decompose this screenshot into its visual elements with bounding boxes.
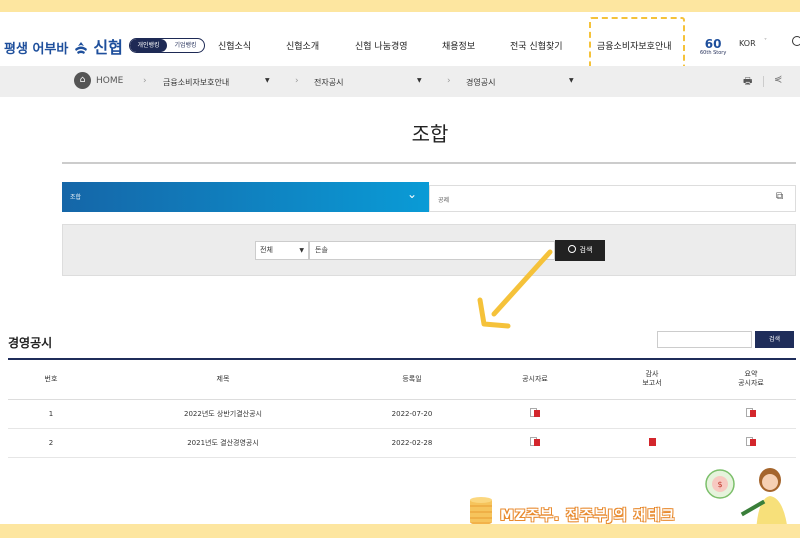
row-summary (706, 399, 796, 429)
chevron-down-icon: ⌄ (407, 187, 418, 201)
tab-mutual-aid[interactable]: 공제 ⧉ (429, 185, 796, 212)
share-icon[interactable]: ⋞ (774, 74, 782, 85)
row-disclosure (472, 428, 598, 458)
search-panel: 전체 ▼ 돈솔 검색 (62, 224, 796, 276)
category-select[interactable]: 전체 ▼ (255, 241, 309, 260)
tab-union-label: 조합 (70, 194, 82, 201)
print-icon[interactable]: 🖶 (743, 74, 752, 91)
pdf-document-icon[interactable] (746, 437, 756, 446)
section-title: 경영공시 (8, 336, 53, 350)
row-disclosure (472, 399, 598, 429)
col-summary: 요약 공시자료 (706, 359, 796, 400)
pdf-document-icon[interactable] (530, 408, 540, 417)
home-icon[interactable]: ⌂ (74, 72, 91, 89)
breadcrumb-item-2[interactable]: 전자공시 (314, 77, 343, 88)
coins-icon (470, 497, 492, 525)
60th-story-badge[interactable]: 60 60th Story (700, 38, 726, 56)
pdf-icon[interactable] (648, 437, 656, 446)
row-title[interactable]: 2021년도 결산경영공시 (94, 428, 352, 458)
nav-careers[interactable]: 채용정보 (442, 39, 475, 52)
table-row: 1 2022년도 상반기결산공시 2022-07-20 (8, 399, 796, 429)
row-title[interactable]: 2022년도 상반기결산공시 (94, 399, 352, 429)
breadcrumb-item-1[interactable]: 금융소비자보호안내 (163, 77, 229, 88)
logo-mark-icon (74, 42, 87, 54)
chevron-down-icon: ˅ (764, 38, 767, 45)
search-button-label: 검색 (579, 246, 593, 254)
story-number: 60 (704, 37, 722, 51)
chevron-right-icon: › (143, 76, 147, 86)
pdf-document-icon[interactable] (746, 408, 756, 417)
divider (62, 162, 796, 164)
table-row: 2 2021년도 결산경영공시 2022-02-28 (8, 428, 796, 458)
row-audit (598, 399, 706, 429)
caret-down-icon[interactable]: ▼ (265, 77, 270, 84)
row-date: 2022-07-20 (352, 399, 472, 429)
top-decorative-band (0, 0, 800, 12)
row-date: 2022-02-28 (352, 428, 472, 458)
row-audit (598, 428, 706, 458)
banking-segment-toggle[interactable]: 개인뱅킹 기업뱅킹 (129, 38, 205, 53)
bottom-decorative-band (0, 524, 800, 538)
arrow-annotation-icon (477, 249, 553, 329)
category-select-value: 전체 (260, 246, 273, 254)
segment-business[interactable]: 기업뱅킹 (167, 39, 204, 52)
row-summary (706, 428, 796, 458)
row-number: 2 (8, 428, 94, 458)
col-disclosure: 공시자료 (472, 359, 598, 400)
col-audit-report-label: 감사 보고서 (642, 370, 662, 388)
breadcrumb-item-3[interactable]: 경영공시 (466, 77, 495, 88)
list-search-button[interactable]: 검색 (755, 331, 794, 348)
nav-branch-finder[interactable]: 전국 신협찾기 (510, 39, 563, 52)
row-number: 1 (8, 399, 94, 429)
table-header-row: 번호 제목 등록일 공시자료 감사 보고서 요약 공시자료 (8, 359, 796, 400)
col-summary-label: 요약 공시자료 (738, 370, 764, 388)
logo-prefix: 평생 어부바 (4, 42, 69, 57)
nav-sharing[interactable]: 신협 나눔경영 (355, 39, 408, 52)
nav-news[interactable]: 신협소식 (218, 39, 251, 52)
svg-text:$: $ (717, 480, 722, 489)
caret-down-icon[interactable]: ▼ (569, 77, 574, 84)
col-number: 번호 (8, 359, 94, 400)
logo-name: 신협 (93, 38, 123, 57)
segment-personal[interactable]: 개인뱅킹 (130, 39, 167, 52)
tab-union[interactable]: 조합 ⌄ (62, 182, 429, 212)
breadcrumb: ⌂ HOME › 금융소비자보호안내 ▼ › 전자공시 ▼ › 경영공시 ▼ 🖶… (0, 66, 800, 97)
story-label: 60th Story (700, 50, 727, 56)
caret-down-icon[interactable]: ▼ (417, 77, 422, 84)
character-illustration-icon: $ (705, 468, 788, 532)
external-link-icon: ⧉ (776, 191, 784, 202)
col-date: 등록일 (352, 359, 472, 400)
chevron-right-icon: › (295, 76, 299, 86)
search-icon[interactable] (792, 36, 800, 46)
site-logo[interactable]: 평생 어부바 신협 (4, 34, 123, 58)
disclosure-table: 번호 제목 등록일 공시자료 감사 보고서 요약 공시자료 1 2022년도 상… (8, 358, 796, 458)
tab-mutual-aid-label: 공제 (438, 197, 450, 204)
list-search-input[interactable] (657, 331, 752, 348)
col-audit-report: 감사 보고서 (598, 359, 706, 400)
col-title: 제목 (94, 359, 352, 400)
blog-watermark: MZ주부. 전주부J의 재테크 (500, 508, 676, 524)
chevron-down-icon: ▼ (299, 247, 304, 254)
chevron-right-icon: › (447, 76, 451, 86)
breadcrumb-home[interactable]: HOME (96, 76, 123, 86)
pdf-document-icon[interactable] (530, 437, 540, 446)
language-select[interactable]: KOR (739, 39, 756, 48)
nav-about[interactable]: 신협소개 (286, 39, 319, 52)
divider (763, 76, 764, 87)
page-title: 조합 (411, 122, 449, 146)
